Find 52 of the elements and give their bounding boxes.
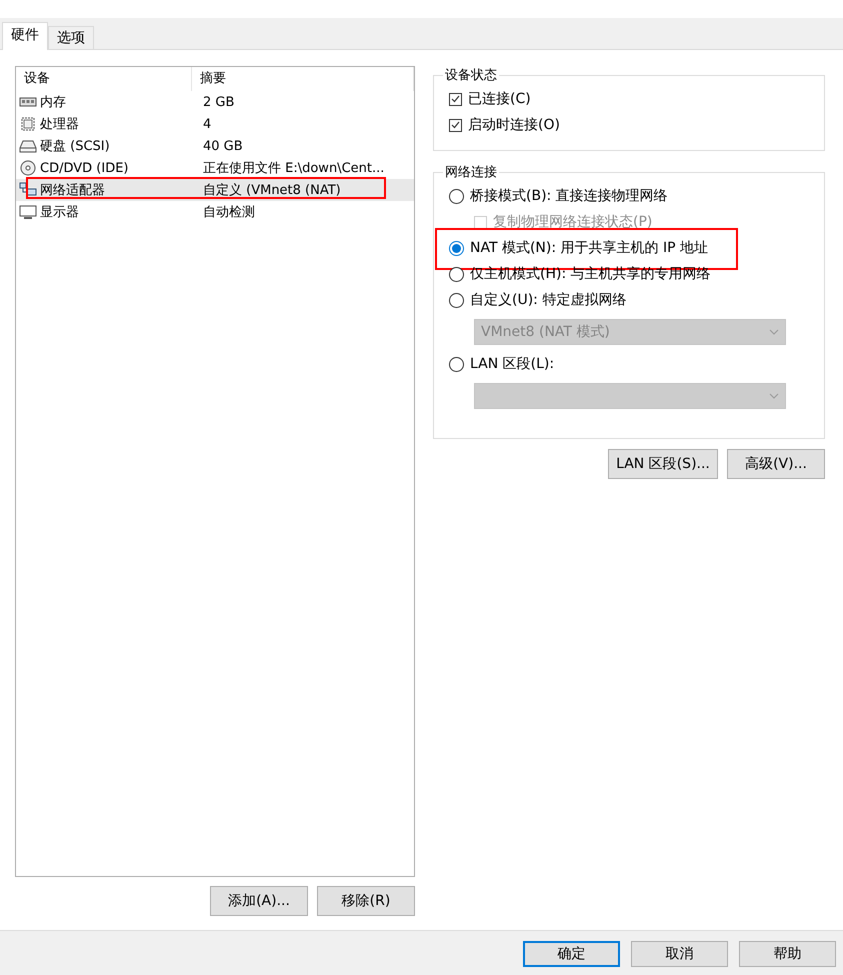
device-summary: 2 GB [202,94,234,110]
monitor-icon [19,204,37,220]
device-row[interactable]: 显示器 自动检测 [16,201,414,223]
radio-label: 仅主机模式(H): 与主机共享的专用网络 [470,265,711,283]
group-title: 设备状态 [444,67,498,84]
dialog-button[interactable]: 帮助 [739,941,836,967]
add-button[interactable]: 添加(A)... [210,886,308,916]
chevron-icon [769,329,779,335]
device-row[interactable]: 硬盘 (SCSI) 40 GB [16,135,414,157]
radio-button[interactable] [449,266,464,282]
device-row[interactable]: CD/DVD (IDE) 正在使用文件 E:\down\Cent... [16,157,414,179]
radio-label: LAN 区段(L): [470,355,554,373]
device-summary: 4 [202,116,212,132]
device-summary: 40 GB [202,138,243,154]
radio-label: 自定义(U): 特定虚拟网络 [470,291,626,309]
lan-segments-button[interactable]: LAN 区段(S)... [608,449,718,479]
radio-button[interactable] [449,188,464,204]
tab[interactable]: 硬件 [2,22,48,50]
radio-label: NAT 模式(N): 用于共享主机的 IP 地址 [470,239,708,257]
remove-button[interactable]: 移除(R) [317,886,415,916]
checkbox-label: 启动时连接(O) [468,116,560,134]
disc-icon [19,160,37,176]
chip-icon [19,116,37,132]
device-name: 处理器 [40,116,79,133]
checkbox[interactable] [449,92,462,106]
chevron-icon [769,393,779,399]
column-header[interactable]: 设备 [16,67,192,91]
device-summary: 正在使用文件 E:\down\Cent... [202,160,384,177]
device-name: CD/DVD (IDE) [40,160,128,176]
dialog-button[interactable]: 取消 [631,941,728,967]
tab[interactable]: 选项 [48,26,94,49]
checkbox-label: 已连接(C) [468,90,531,108]
dialog-button[interactable]: 确定 [523,941,620,967]
radio-button[interactable] [449,356,464,372]
device-name: 硬盘 (SCSI) [40,138,110,155]
radio-label: 桥接模式(B): 直接连接物理网络 [470,187,668,205]
device-name: 网络适配器 [40,182,105,199]
device-summary: 自动检测 [202,204,255,221]
device-row[interactable]: 处理器 4 [16,113,414,135]
checkbox[interactable] [449,118,462,132]
device-row[interactable]: 网络适配器 自定义 (VMnet8 (NAT) [16,179,414,201]
device-row[interactable]: 内存 2 GB [16,91,414,113]
advanced-button[interactable]: 高级(V)... [727,449,825,479]
device-name: 内存 [40,94,66,111]
checkbox-label: 复制物理网络连接状态(P) [493,213,652,231]
radio-button[interactable] [449,292,464,308]
device-name: 显示器 [40,204,79,221]
network-icon [19,182,37,198]
radio-button[interactable] [449,240,464,256]
group-title: 网络连接 [444,164,498,181]
device-summary: 自定义 (VMnet8 (NAT) [202,182,341,199]
column-header[interactable]: 摘要 [192,67,414,91]
